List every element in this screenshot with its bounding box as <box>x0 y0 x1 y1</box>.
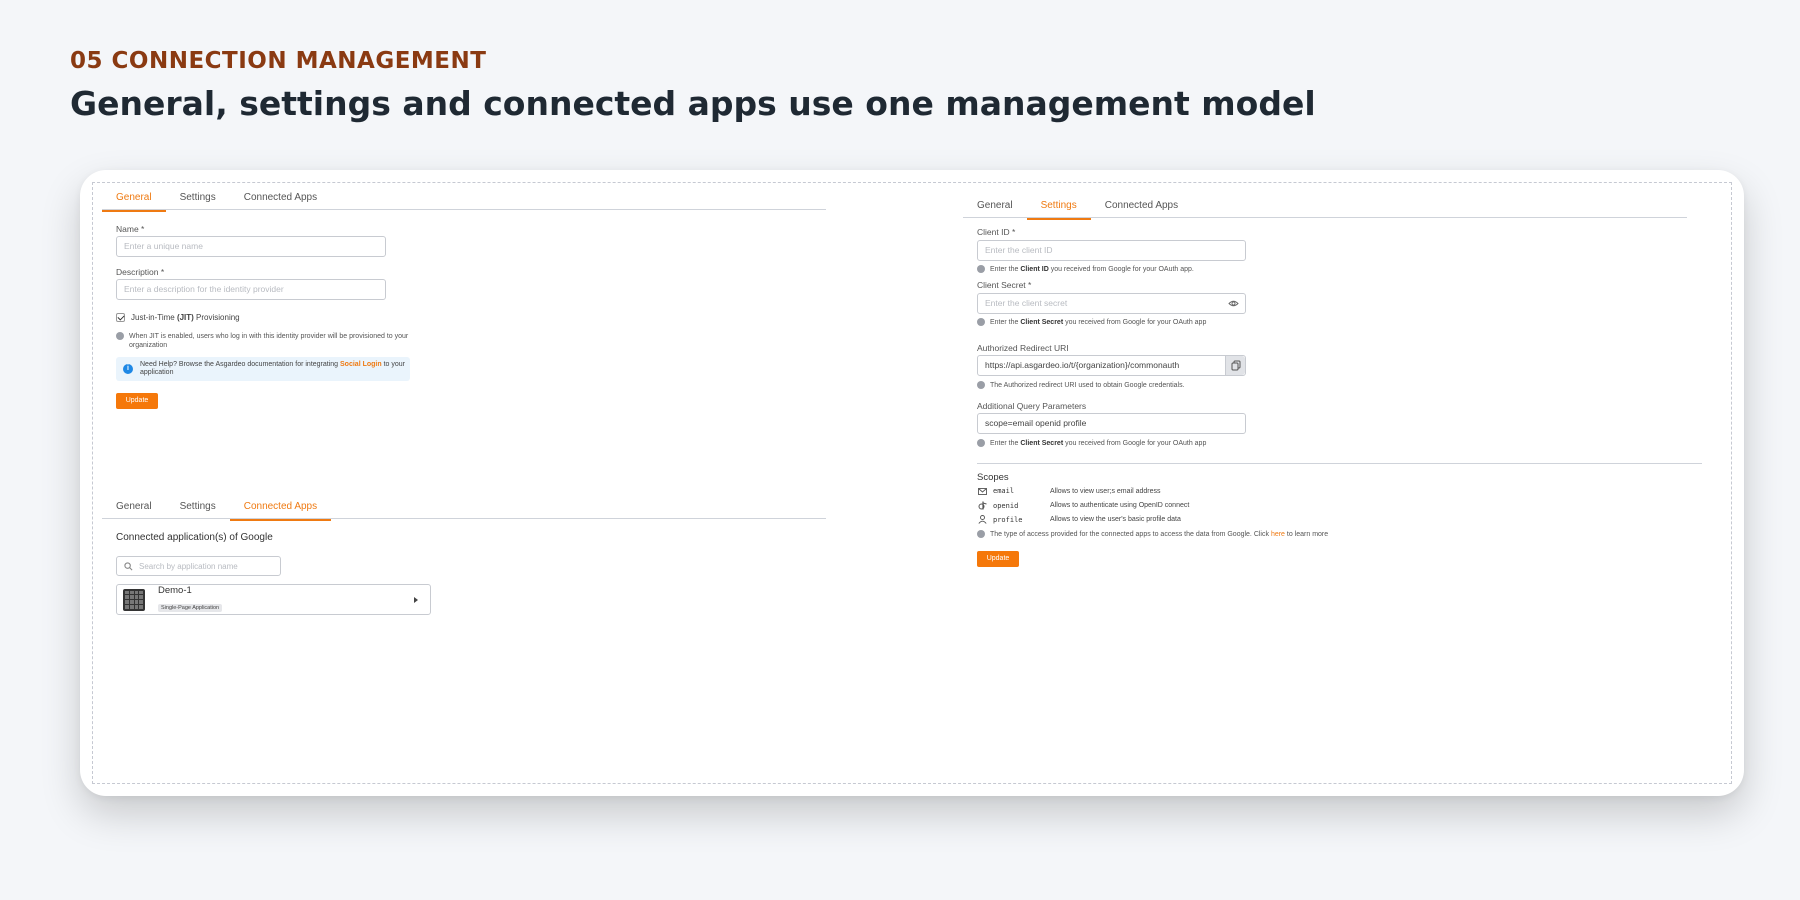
scope-desc: Allows to view the user's basic profile … <box>1050 516 1181 523</box>
redirect-uri-field: https://api.asgardeo.io/t/{organization}… <box>977 355 1246 376</box>
scope-desc: Allows to view user;s email address <box>1050 487 1161 495</box>
scopes-title: Scopes <box>977 472 1009 483</box>
tab-underline <box>102 209 826 210</box>
info-dot-icon <box>977 439 985 447</box>
learn-more-link[interactable]: here <box>1271 531 1285 538</box>
info-icon: i <box>123 364 133 374</box>
page-headline: General, settings and connected apps use… <box>70 84 1316 123</box>
redirect-uri-hint: The Authorized redirect URI used to obta… <box>977 381 1185 390</box>
client-secret-label: Client Secret * <box>977 280 1032 290</box>
query-params-hint: Enter the Client Secret you received fro… <box>977 439 1206 448</box>
scope-row: openid Allows to authenticate using Open… <box>977 501 1189 510</box>
app-thumbnail-icon <box>123 588 145 611</box>
info-dot-icon <box>977 318 985 326</box>
scope-row: email Allows to view user;s email addres… <box>977 487 1161 495</box>
app-type-badge: Single-Page Application <box>158 604 223 612</box>
user-icon <box>977 515 987 524</box>
settings-update-button[interactable]: Update <box>977 551 1019 567</box>
section-divider <box>977 463 1702 464</box>
client-secret-hint: Enter the Client Secret you received fro… <box>977 318 1206 327</box>
description-input[interactable]: Enter a description for the identity pro… <box>116 279 386 300</box>
scope-desc: Allows to authenticate using OpenID conn… <box>1050 502 1190 509</box>
mail-icon <box>977 487 987 495</box>
name-label: Name * <box>116 224 145 234</box>
card-dashed-frame <box>92 182 1732 784</box>
eye-icon[interactable] <box>1224 296 1242 311</box>
app-search-input[interactable]: Search by application name <box>116 556 281 576</box>
client-secret-input[interactable]: Enter the client secret <box>977 293 1246 314</box>
connected-app-item[interactable]: Demo-1 Single-Page Application <box>116 584 431 615</box>
copy-icon[interactable] <box>1225 356 1245 375</box>
client-id-hint: Enter the Client ID you received from Go… <box>977 265 1194 274</box>
info-dot-icon <box>977 381 985 389</box>
query-params-input[interactable]: scope=email openid profile <box>977 413 1246 434</box>
info-dot-icon <box>977 530 985 538</box>
jit-hint: When JIT is enabled, users who log in wi… <box>116 332 416 350</box>
social-login-link[interactable]: Social Login <box>340 361 382 368</box>
scopes-hint: The type of access provided for the conn… <box>977 530 1328 539</box>
query-params-label: Additional Query Parameters <box>977 401 1087 411</box>
scope-name: profile <box>993 515 1023 524</box>
scope-name: email <box>993 487 1015 495</box>
jit-checkbox[interactable]: Just-in-Time (JIT) Provisioning <box>116 313 240 322</box>
checkbox-checked-icon <box>116 313 125 322</box>
chevron-right-icon <box>414 597 418 603</box>
client-id-label: Client ID * <box>977 227 1016 237</box>
info-dot-icon <box>977 265 985 273</box>
tab-underline <box>102 518 826 519</box>
scope-row: profile Allows to view the user's basic … <box>977 515 1181 524</box>
info-dot-icon <box>116 332 124 340</box>
name-input[interactable]: Enter a unique name <box>116 236 386 257</box>
openid-icon <box>977 501 987 510</box>
help-infobox: i Need Help? Browse the Asgardeo documen… <box>116 357 410 381</box>
redirect-uri-label: Authorized Redirect URI <box>977 343 1069 353</box>
section-eyebrow: 05 CONNECTION MANAGEMENT <box>70 48 487 74</box>
client-id-input[interactable]: Enter the client ID <box>977 240 1246 261</box>
search-icon <box>124 561 133 570</box>
connected-apps-title: Connected application(s) of Google <box>116 532 273 543</box>
jit-label: Just-in-Time (JIT) Provisioning <box>131 313 240 322</box>
scope-name: openid <box>993 501 1019 510</box>
description-label: Description * <box>116 267 165 277</box>
tab-underline <box>963 217 1687 218</box>
app-name: Demo-1 <box>158 585 192 596</box>
general-update-button[interactable]: Update <box>116 393 158 409</box>
